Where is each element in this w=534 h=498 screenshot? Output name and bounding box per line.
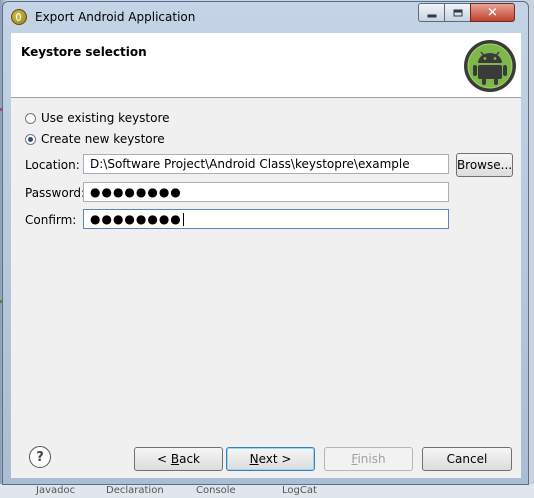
- android-robot-icon: [464, 40, 516, 92]
- window-title: Export Android Application: [35, 10, 196, 24]
- back-button[interactable]: < Back: [134, 447, 223, 471]
- wizard-header: Keystore selection: [11, 33, 521, 98]
- eclipse-app-icon: [11, 9, 27, 25]
- next-button[interactable]: Next >: [226, 447, 315, 471]
- create-new-radio[interactable]: [25, 133, 36, 145]
- browse-button[interactable]: Browse...: [456, 153, 513, 177]
- confirm-input[interactable]: ●●●●●●●●: [83, 209, 449, 229]
- minimize-button[interactable]: [418, 3, 445, 22]
- create-new-keystore-option[interactable]: Create new keystore: [25, 131, 165, 147]
- ide-bottom-tabs: Javadoc Declaration Console LogCat: [0, 484, 534, 498]
- minimize-icon: [427, 14, 436, 17]
- use-existing-keystore-option[interactable]: Use existing keystore: [25, 110, 170, 126]
- ide-tab-console[interactable]: Console: [196, 485, 236, 496]
- next-label: Next >: [249, 452, 292, 466]
- finish-label: Finish: [351, 452, 386, 466]
- password-mask: ●●●●●●●●: [90, 185, 182, 199]
- finish-button[interactable]: Finish: [324, 447, 413, 471]
- maximize-button[interactable]: [444, 3, 471, 22]
- close-button[interactable]: ✕: [470, 3, 515, 22]
- maximize-icon: [453, 9, 462, 16]
- cancel-button[interactable]: Cancel: [422, 447, 512, 471]
- confirm-label: Confirm:: [25, 213, 77, 227]
- dialog-client-area: Keystore selection Use existing keystore: [11, 33, 521, 478]
- ide-tab-logcat[interactable]: LogCat: [282, 485, 317, 496]
- location-label: Location:: [25, 158, 80, 172]
- export-dialog-window: Export Android Application ✕ Keystore se…: [2, 1, 529, 485]
- ide-tab-javadoc[interactable]: Javadoc: [36, 485, 75, 496]
- help-icon[interactable]: ?: [29, 446, 51, 468]
- close-icon: ✕: [487, 5, 498, 20]
- password-label: Password:: [25, 186, 86, 200]
- use-existing-label: Use existing keystore: [41, 111, 170, 125]
- use-existing-radio[interactable]: [25, 112, 36, 124]
- title-bar[interactable]: Export Android Application ✕: [3, 2, 528, 33]
- ide-tab-declaration[interactable]: Declaration: [106, 485, 164, 496]
- text-caret: [182, 213, 184, 226]
- password-input[interactable]: ●●●●●●●●: [83, 182, 449, 202]
- page-title: Keystore selection: [21, 45, 147, 59]
- confirm-mask: ●●●●●●●●: [90, 212, 182, 226]
- location-input[interactable]: [83, 154, 449, 174]
- back-label: < Back: [156, 452, 200, 466]
- create-new-label: Create new keystore: [41, 132, 165, 146]
